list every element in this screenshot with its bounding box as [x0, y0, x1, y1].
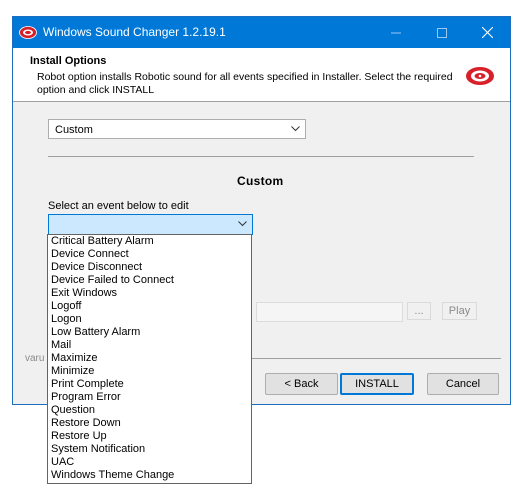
- event-option[interactable]: Question: [48, 404, 251, 417]
- event-option[interactable]: Restore Up: [48, 430, 251, 443]
- event-option[interactable]: Windows Theme Change: [48, 469, 251, 482]
- event-select[interactable]: [48, 214, 253, 235]
- brand-logo-icon: [466, 67, 494, 85]
- event-option[interactable]: Logoff: [48, 300, 251, 313]
- close-button[interactable]: [464, 17, 510, 48]
- header-title: Install Options: [30, 55, 107, 67]
- section-title: Custom: [237, 174, 284, 188]
- minimize-button[interactable]: [373, 17, 419, 48]
- event-option[interactable]: Restore Down: [48, 417, 251, 430]
- event-option[interactable]: Critical Battery Alarm: [48, 235, 251, 248]
- event-option[interactable]: Logon: [48, 313, 251, 326]
- event-option[interactable]: UAC: [48, 456, 251, 469]
- event-dropdown-list[interactable]: Critical Battery Alarm Device Connect Devi…: [47, 234, 252, 484]
- event-option[interactable]: Maximize: [48, 352, 251, 365]
- chevron-down-icon: [291, 126, 300, 132]
- app-logo-icon: [19, 26, 37, 39]
- event-option[interactable]: Device Failed to Connect: [48, 274, 251, 287]
- divider-top: [48, 156, 474, 157]
- chevron-down-icon: [238, 221, 247, 227]
- window-title: Windows Sound Changer 1.2.19.1: [43, 25, 226, 39]
- event-option[interactable]: Device Connect: [48, 248, 251, 261]
- event-select-label: Select an event below to edit: [48, 200, 189, 212]
- cancel-button[interactable]: Cancel: [427, 373, 499, 395]
- maximize-button[interactable]: [419, 17, 465, 48]
- event-option[interactable]: Mail: [48, 339, 251, 352]
- event-option[interactable]: Print Complete: [48, 378, 251, 391]
- event-option[interactable]: Program Error: [48, 391, 251, 404]
- event-option[interactable]: Minimize: [48, 365, 251, 378]
- minimize-icon: [391, 32, 401, 33]
- footer-brand-text: varu: [25, 353, 45, 364]
- header-description: Robot option installs Robotic sound for …: [37, 71, 453, 96]
- event-option[interactable]: Exit Windows: [48, 287, 251, 300]
- back-button[interactable]: < Back: [265, 373, 338, 395]
- install-mode-select[interactable]: Custom: [48, 119, 306, 139]
- title-bar[interactable]: Windows Sound Changer 1.2.19.1: [13, 17, 510, 48]
- event-option[interactable]: Low Battery Alarm: [48, 326, 251, 339]
- browse-button[interactable]: ...: [407, 302, 431, 320]
- close-icon: [481, 27, 493, 38]
- event-option[interactable]: System Notification: [48, 443, 251, 456]
- sound-path-field[interactable]: [256, 302, 403, 322]
- wizard-header: Install Options Robot option installs Ro…: [13, 48, 510, 102]
- maximize-icon: [437, 27, 447, 38]
- install-mode-value: Custom: [55, 124, 93, 136]
- install-button[interactable]: INSTALL: [340, 373, 414, 395]
- play-button[interactable]: Play: [442, 302, 477, 320]
- event-option[interactable]: Device Disconnect: [48, 261, 251, 274]
